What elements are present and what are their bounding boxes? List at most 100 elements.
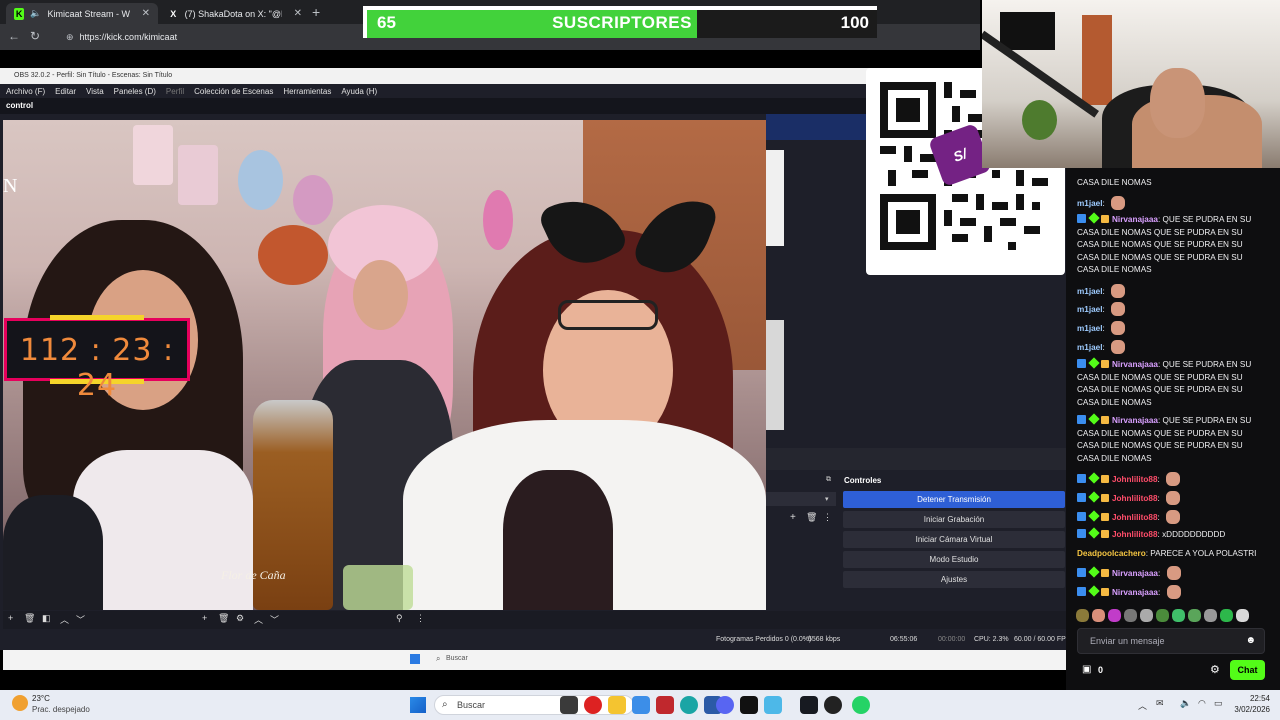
emote-icon[interactable] xyxy=(1188,608,1201,622)
reload-icon[interactable]: ↻ xyxy=(30,29,40,43)
add-icon[interactable]: + xyxy=(8,613,13,623)
menu-coleccion[interactable]: Colección de Escenas xyxy=(194,87,273,96)
opera-icon[interactable] xyxy=(584,696,602,714)
menu-vista[interactable]: Vista xyxy=(86,87,104,96)
weather-icon[interactable] xyxy=(12,695,28,711)
emote-icon[interactable] xyxy=(1172,608,1185,622)
menu-archivo[interactable]: Archivo (F) xyxy=(6,87,45,96)
start-virtual-camera-button[interactable]: Iniciar Cámara Virtual xyxy=(843,531,1065,548)
studio-mode-button[interactable]: Modo Estudio xyxy=(843,551,1065,568)
glasses xyxy=(558,300,658,330)
gear-icon[interactable]: ⚙ xyxy=(1210,663,1220,676)
edge-icon[interactable] xyxy=(680,696,698,714)
chat-separator: : xyxy=(1102,305,1108,314)
add-icon[interactable]: + xyxy=(790,512,796,523)
new-tab-button[interactable]: + xyxy=(312,4,320,20)
chat-message: m1jael: xyxy=(1077,196,1263,211)
chat-username[interactable]: Johnlilito88 xyxy=(1112,494,1158,503)
folder-icon[interactable] xyxy=(608,696,626,714)
more-icon[interactable]: ⋮ xyxy=(823,512,832,523)
site-info-icon[interactable]: ⊕ xyxy=(66,32,74,43)
chat-input[interactable]: Enviar un mensaje ☻ xyxy=(1077,628,1265,654)
emoji-icon[interactable]: ☻ xyxy=(1245,635,1256,646)
chat-message: Johnlilito88: xyxy=(1077,491,1263,506)
chat-username[interactable]: Johnlilito88 xyxy=(1112,530,1158,539)
points-icon[interactable]: ▣ xyxy=(1082,664,1091,675)
gear-icon[interactable]: ⚙ xyxy=(236,613,244,624)
chat-username[interactable]: m1jael xyxy=(1077,199,1103,208)
emote-icon[interactable] xyxy=(1236,608,1249,622)
stop-stream-button[interactable]: Detener Transmisión xyxy=(843,491,1065,508)
tab-kimicaat[interactable]: K 🔈 Kimicaat Stream - Watch Live ✕ xyxy=(6,3,158,24)
chat-username[interactable]: Nirvanajaaa xyxy=(1112,215,1158,224)
emote-icon[interactable] xyxy=(1108,608,1121,622)
chat-username[interactable]: m1jael xyxy=(1077,305,1103,314)
emote-icon[interactable] xyxy=(1124,608,1137,622)
streamer-head xyxy=(1150,68,1205,138)
dock-float-icon[interactable]: ⧉ xyxy=(826,476,831,484)
add-icon[interactable]: + xyxy=(202,613,207,623)
filter-icon[interactable]: ◧ xyxy=(42,613,51,624)
badge-icon xyxy=(1088,357,1100,369)
chat-username[interactable]: Nirvanajaaa xyxy=(1112,588,1158,597)
emote-icon[interactable] xyxy=(1220,608,1233,622)
menu-editar[interactable]: Editar xyxy=(55,87,76,96)
start-recording-button[interactable]: Iniciar Grabación xyxy=(843,511,1065,528)
chat-username[interactable]: Nirvanajaaa xyxy=(1112,569,1158,578)
wifi-icon[interactable]: ◠ xyxy=(1198,698,1206,709)
chat-username[interactable]: m1jael xyxy=(1077,287,1103,296)
trash-icon[interactable]: 🗑 xyxy=(218,613,229,624)
chevron-down-icon[interactable]: ▾ xyxy=(825,495,829,503)
obs-secondary-preview xyxy=(766,150,784,246)
menu-perfil[interactable]: Perfil xyxy=(166,87,184,96)
taskbar-search[interactable]: ⌕ Buscar xyxy=(434,695,634,715)
taskbar-app-icon[interactable] xyxy=(560,696,578,714)
chat-username[interactable]: Johnlilito88 xyxy=(1112,475,1158,484)
battery-icon[interactable]: ▭ xyxy=(1214,698,1223,709)
emote-icon[interactable] xyxy=(1204,608,1217,622)
tray-chevron-icon[interactable]: ︿ xyxy=(1138,699,1147,712)
discord-icon[interactable] xyxy=(716,696,734,714)
settings-button[interactable]: Ajustes xyxy=(843,571,1065,588)
trash-icon[interactable]: 🗑 xyxy=(24,613,35,624)
chevron-down-icon[interactable]: ﹀ xyxy=(76,613,85,626)
menu-ayuda[interactable]: Ayuda (H) xyxy=(341,87,377,96)
back-icon[interactable]: ← xyxy=(8,29,20,43)
emote-icon[interactable] xyxy=(1156,608,1169,622)
whatsapp-icon[interactable] xyxy=(852,696,870,714)
trash-icon[interactable]: 🗑 xyxy=(806,512,817,523)
chevron-down-icon[interactable]: ﹀ xyxy=(270,613,279,626)
chat-username[interactable]: Nirvanajaaa xyxy=(1112,360,1158,369)
send-chat-button[interactable]: Chat xyxy=(1230,660,1265,680)
emote-icon[interactable] xyxy=(1092,608,1105,622)
chat-username[interactable]: m1jael xyxy=(1077,324,1103,333)
notification-icon[interactable]: ✉ xyxy=(1156,698,1164,709)
chat-text: xDDDDDDDDDD xyxy=(1162,530,1226,539)
badge-icon xyxy=(1088,510,1100,522)
link-icon[interactable]: ⚲ xyxy=(396,613,403,624)
obs-icon[interactable] xyxy=(824,696,842,714)
wps-icon[interactable] xyxy=(656,696,674,714)
capcut-icon[interactable] xyxy=(740,696,758,714)
chevron-up-icon[interactable]: ︿ xyxy=(60,613,69,626)
more-icon[interactable]: ⋮ xyxy=(416,613,425,624)
chat-username[interactable]: Johnlilito88 xyxy=(1112,513,1158,522)
steam-icon[interactable] xyxy=(800,696,818,714)
notepad-icon[interactable] xyxy=(764,696,782,714)
chat-username[interactable]: Nirvanajaaa xyxy=(1112,416,1158,425)
chat-username[interactable]: m1jael xyxy=(1077,343,1103,352)
app-icon[interactable] xyxy=(632,696,650,714)
volume-icon[interactable]: 🔈 xyxy=(1180,698,1191,709)
url-field[interactable]: ⊕ https://kick.com/kimicaat xyxy=(52,27,352,47)
menu-paneles[interactable]: Paneles (D) xyxy=(114,87,156,96)
close-tab-icon[interactable]: ✕ xyxy=(294,8,302,19)
emote-icon[interactable] xyxy=(1140,608,1153,622)
emote-icon xyxy=(1111,302,1126,316)
windows-start-icon[interactable] xyxy=(410,697,426,713)
close-tab-icon[interactable]: ✕ xyxy=(142,8,150,19)
menu-herramientas[interactable]: Herramientas xyxy=(283,87,331,96)
chat-username[interactable]: Deadpoolcachero xyxy=(1077,549,1146,558)
tab-shakadota[interactable]: X (7) ShakaDota on X: "@ElZeeeein ✕ xyxy=(160,3,310,24)
chevron-up-icon[interactable]: ︿ xyxy=(254,613,263,626)
emote-icon[interactable] xyxy=(1076,608,1089,622)
